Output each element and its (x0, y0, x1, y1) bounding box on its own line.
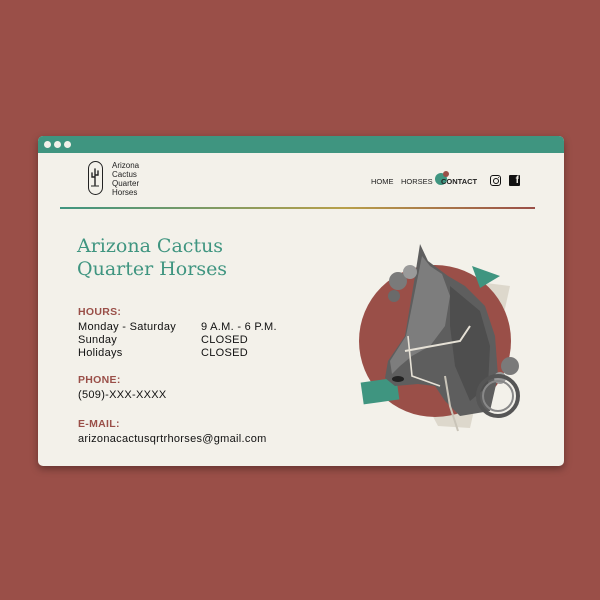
logo-line: Horses (112, 188, 138, 197)
hours-day: Holidays (78, 347, 123, 359)
nav-contact-link[interactable]: CONTACT (441, 177, 477, 186)
window-dot[interactable] (54, 141, 61, 148)
logo-line: Quarter (112, 179, 140, 188)
hours-time: 9 A.M. - 6 P.M. (201, 321, 277, 333)
logo-wordmark[interactable]: Arizona Cactus Quarter Horses (112, 161, 139, 197)
hours-time: CLOSED (201, 347, 249, 359)
cactus-logo-icon[interactable] (88, 161, 103, 195)
email-label: E-MAIL: (78, 418, 120, 430)
instagram-icon[interactable] (490, 175, 501, 186)
logo-line: Arizona (112, 161, 140, 170)
title-line: Quarter Horses (77, 258, 228, 280)
window-titlebar (38, 136, 564, 153)
window-dot[interactable] (64, 141, 71, 148)
title-line: Arizona Cactus (77, 235, 224, 257)
hours-label: HOURS: (78, 306, 122, 318)
nav-home-link[interactable]: HOME (371, 177, 394, 186)
hours-day: Monday - Saturday (78, 321, 177, 333)
nav-horses-link[interactable]: HORSES (401, 177, 433, 186)
page-title: Arizona Cactus Quarter Horses (77, 235, 227, 281)
email-address[interactable]: arizonacactusqrtrhorses@gmail.com (78, 433, 267, 445)
hours-time: CLOSED (201, 334, 249, 346)
browser-window: Arizona Cactus Quarter Horses HOME HORSE… (38, 136, 564, 466)
phone-number[interactable]: (509)-XXX-XXXX (78, 389, 167, 401)
hours-day: Sunday (78, 334, 118, 346)
facebook-icon[interactable]: f (509, 175, 520, 186)
phone-label: PHONE: (78, 374, 121, 386)
window-dot[interactable] (44, 141, 51, 148)
logo-line: Cactus (112, 170, 137, 179)
header-divider (60, 207, 535, 209)
horse-collage-image (359, 244, 520, 432)
